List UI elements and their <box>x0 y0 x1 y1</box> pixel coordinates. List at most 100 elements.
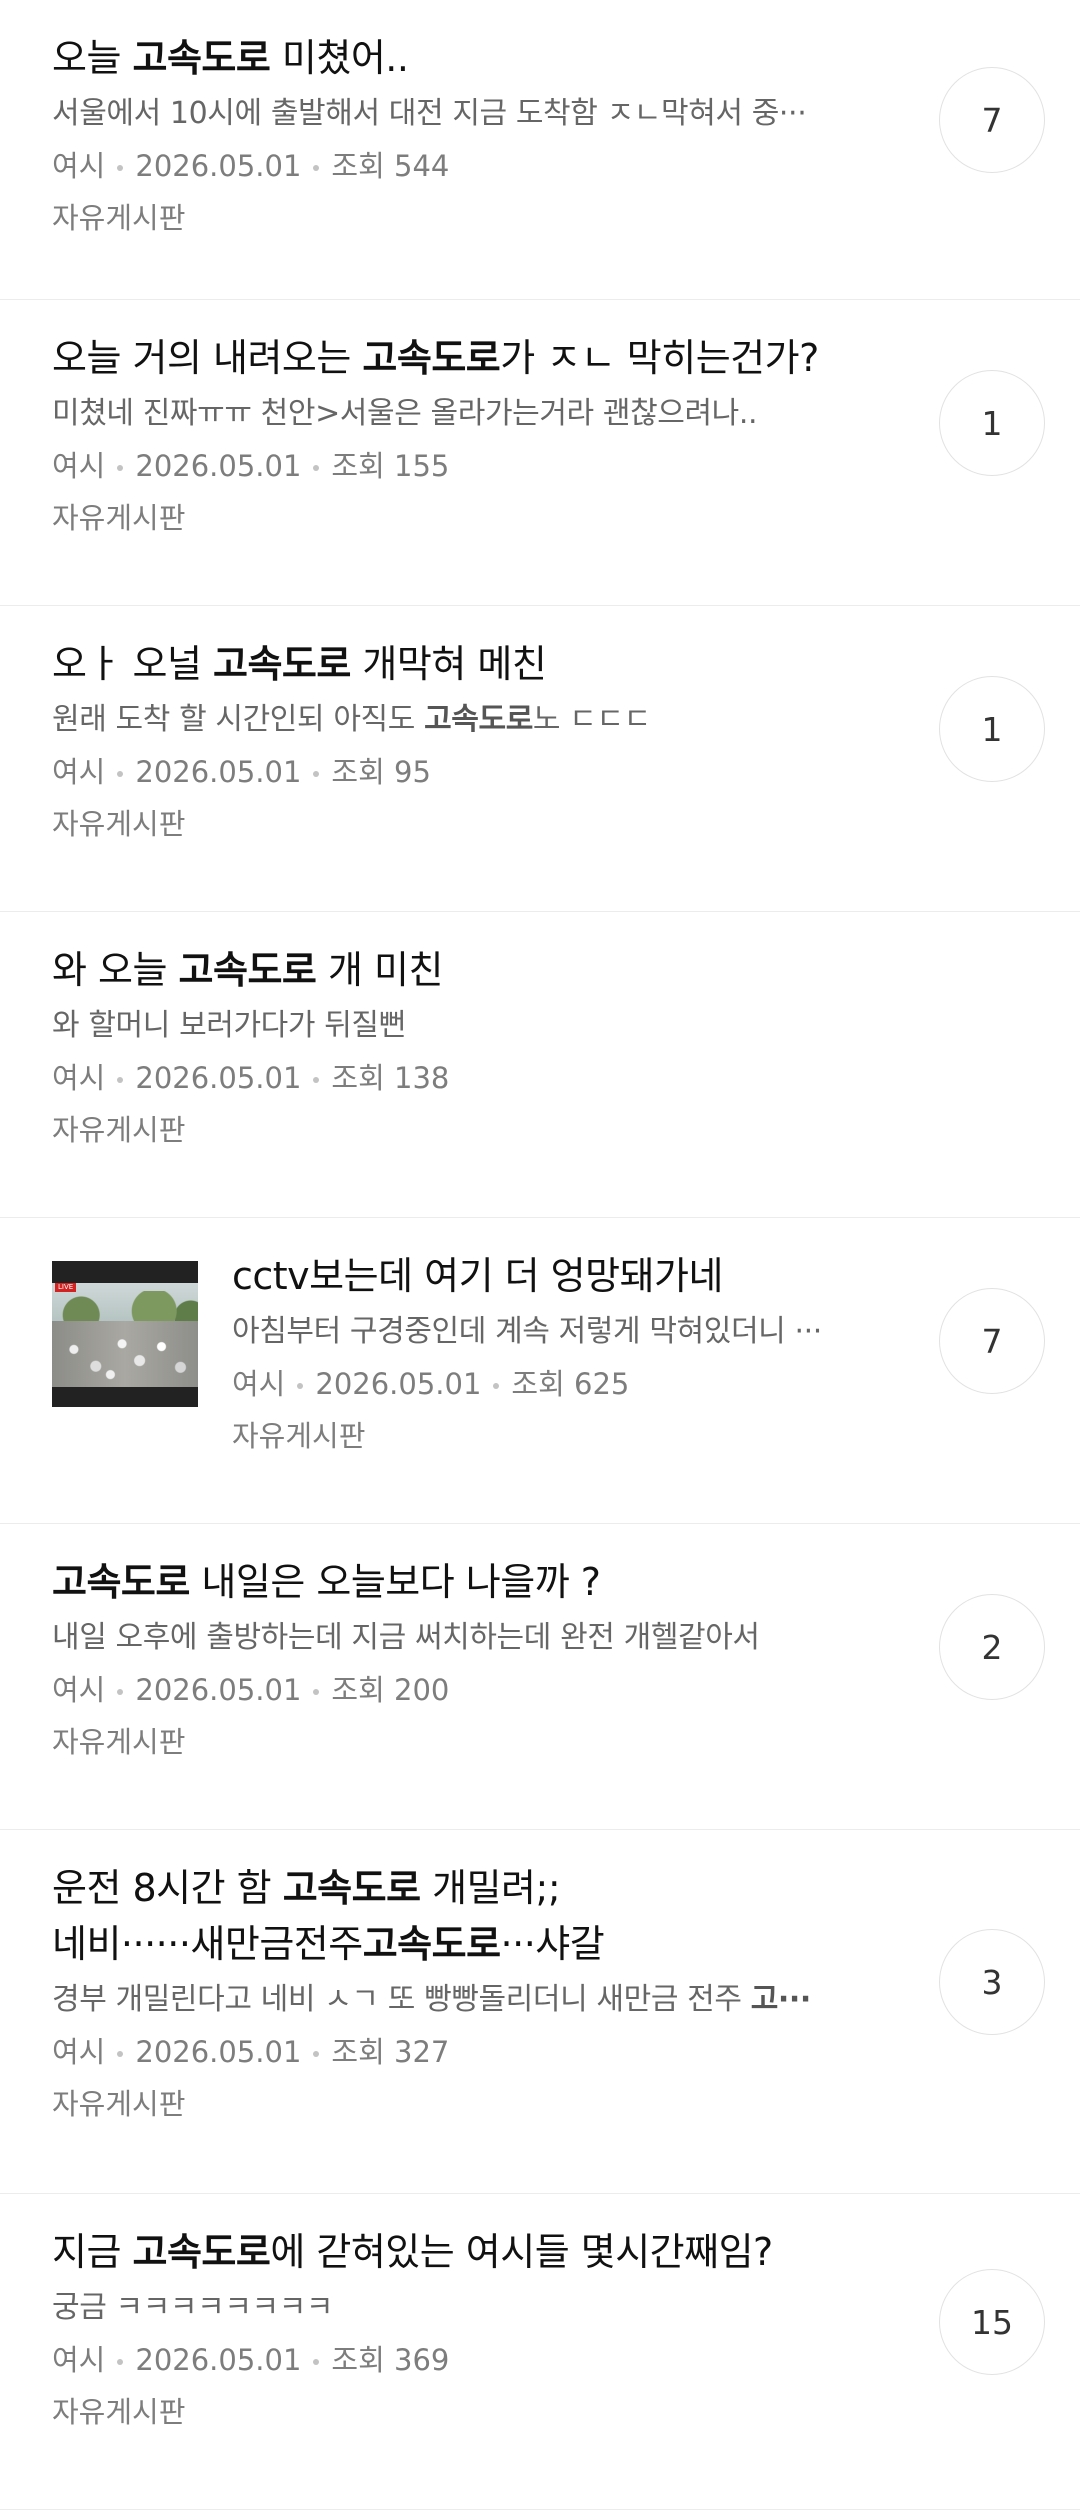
comment-count-badge[interactable]: 3 <box>939 1929 1045 2035</box>
comment-count-badge[interactable]: 1 <box>939 676 1045 782</box>
comment-count-badge[interactable]: 1 <box>939 370 1045 476</box>
post-author: 여시 <box>52 449 106 483</box>
text-segment: 오늘 거의 내려오는 <box>52 336 363 380</box>
post-views: 조회 155 <box>331 449 450 483</box>
post-preview: 내일 오후에 출방하는데 지금 써치하는데 완전 개헬같아서 <box>52 1616 910 1660</box>
post-preview: 경부 개밀린다고 네비 ㅅㄱ 또 빵빵돌리더니 새만금 전주 고··· <box>52 1978 910 2022</box>
post-title-line: 운전 8시간 함 고속도로 개밀려;; <box>52 1860 910 1916</box>
separator-dot <box>117 465 124 471</box>
text-segment: 궁금 ㅋㅋㅋㅋㅋㅋㅋㅋ <box>52 2290 334 2325</box>
post-title[interactable]: 오늘 거의 내려오는 고속도로가 ㅈㄴ 막히는건가? <box>52 330 910 386</box>
post-date: 2026.05.01 <box>135 149 302 183</box>
post-thumbnail[interactable]: LIVE <box>52 1261 198 1407</box>
post-author: 여시 <box>232 1367 286 1401</box>
comment-count-badge[interactable]: 7 <box>939 1288 1045 1394</box>
separator-dot <box>117 165 124 171</box>
post-preview: 아침부터 구경중인데 계속 저렇게 막혀있더니 ··· <box>232 1310 910 1354</box>
post-title[interactable]: cctv보는데 여기 더 엉망돼가네 <box>232 1248 910 1304</box>
post-preview: 서울에서 10시에 출발해서 대전 지금 도착함 ㅈㄴ막혀서 중··· <box>52 92 910 136</box>
post-title-line: 네비······새만금전주고속도로···샤갈 <box>52 1916 910 1972</box>
separator-dot <box>493 1383 500 1389</box>
list-item[interactable]: 오늘 거의 내려오는 고속도로가 ㅈㄴ 막히는건가? 미쳤네 진짜ㅠㅠ 천안>서울… <box>0 300 1080 606</box>
list-item[interactable]: 오늘 고속도로 미쳤어.. 서울에서 10시에 출발해서 대전 지금 도착함 ㅈㄴ… <box>0 0 1080 300</box>
text-segment: 오ㅏ 오널 <box>52 642 213 686</box>
text-segment: cctv보는데 여기 더 엉망돼가네 <box>232 1254 723 1298</box>
post-title[interactable]: 고속도로 내일은 오늘보다 나을까 ? <box>52 1554 910 1610</box>
highlight-keyword: 고속도로 <box>362 336 501 380</box>
text-segment: 내일은 오늘보다 나을까 ? <box>189 1560 601 1604</box>
text-segment: 아침부터 구경중인데 계속 저렇게 막혀있더니 ··· <box>232 1314 822 1349</box>
post-meta: 여시 2026.05.01 조회 95 <box>52 752 910 792</box>
separator-dot <box>117 2051 124 2057</box>
text-segment: 운전 8시간 함 <box>52 1866 283 1910</box>
highlight-keyword: 고속도로 <box>132 36 271 80</box>
post-date: 2026.05.01 <box>315 1367 482 1401</box>
highlight-keyword: 고속도로 <box>282 1866 421 1910</box>
list-item[interactable]: 지금 고속도로에 갇혀있는 여시들 몇시간째임? 궁금 ㅋㅋㅋㅋㅋㅋㅋㅋ 여시 202… <box>0 2194 1080 2510</box>
post-date: 2026.05.01 <box>135 755 302 789</box>
post-views: 조회 200 <box>331 1673 450 1707</box>
separator-dot <box>297 1383 304 1389</box>
text-segment: 오늘 <box>52 36 133 80</box>
text-segment: 원래 도착 할 시간인되 아직도 <box>52 702 425 737</box>
separator-dot <box>117 1689 124 1695</box>
list-item[interactable]: 와 오늘 고속도로 개 미친와 할머니 보러가다가 뒤질뻔여시 2026.05.0… <box>0 912 1080 1218</box>
post-meta: 여시 2026.05.01 조회 138 <box>52 1058 910 1098</box>
highlight-keyword: 고속도로 <box>178 948 317 992</box>
post-title[interactable]: 오늘 고속도로 미쳤어.. <box>52 30 910 86</box>
text-segment: 와 할머니 보러가다가 뒤질뻔 <box>52 1008 406 1043</box>
separator-dot <box>313 2051 320 2057</box>
post-meta: 여시 2026.05.01 조회 544 <box>52 146 910 186</box>
post-list: 오늘 고속도로 미쳤어.. 서울에서 10시에 출발해서 대전 지금 도착함 ㅈㄴ… <box>0 0 1080 2510</box>
separator-dot <box>117 1077 124 1083</box>
separator-dot <box>313 1077 320 1083</box>
post-title[interactable]: 와 오늘 고속도로 개 미친 <box>52 942 910 998</box>
text-segment: 지금 <box>52 2230 133 2274</box>
separator-dot <box>313 465 320 471</box>
post-preview: 미쳤네 진짜ㅠㅠ 천안>서울은 올라가는거라 괜찮으려나.. <box>52 392 910 436</box>
text-segment: 개 미친 <box>316 948 443 992</box>
text-segment: ···샤갈 <box>500 1922 605 1966</box>
text-segment: 미쳤어.. <box>270 36 409 80</box>
post-title[interactable]: 오ㅏ 오널 고속도로 개막혀 메친 <box>52 636 910 692</box>
post-author: 여시 <box>52 2343 106 2377</box>
text-segment: 개막혀 메친 <box>350 642 547 686</box>
post-views: 조회 625 <box>511 1367 630 1401</box>
text-segment: 에 갇혀있는 여시들 몇시간째임? <box>270 2230 773 2274</box>
post-date: 2026.05.01 <box>135 449 302 483</box>
post-views: 조회 369 <box>331 2343 450 2377</box>
post-preview: 와 할머니 보러가다가 뒤질뻔 <box>52 1004 910 1048</box>
live-badge: LIVE <box>55 1283 77 1292</box>
post-board: 자유게시판 <box>52 501 186 535</box>
highlight-keyword: 고속도로 <box>362 1922 501 1966</box>
comment-count-badge[interactable]: 15 <box>939 2269 1045 2375</box>
text-segment: 네비······새만금전주 <box>52 1922 363 1966</box>
text-segment: 내일 오후에 출방하는데 지금 써치하는데 완전 개헬같아서 <box>52 1620 760 1655</box>
list-item[interactable]: 오ㅏ 오널 고속도로 개막혀 메친 원래 도착 할 시간인되 아직도 고속도로노 … <box>0 606 1080 912</box>
post-meta: 여시 2026.05.01 조회 625 <box>232 1364 910 1404</box>
text-segment: 경부 개밀린다고 네비 ㅅㄱ 또 빵빵돌리더니 새만금 전주 <box>52 1982 751 2017</box>
post-author: 여시 <box>52 755 106 789</box>
post-author: 여시 <box>52 1673 106 1707</box>
post-views: 조회 138 <box>331 1061 450 1095</box>
highlight-keyword: 고속도로 <box>132 2230 271 2274</box>
post-title[interactable]: 운전 8시간 함 고속도로 개밀려;; 네비······새만금전주고속도로···샤… <box>52 1860 910 1972</box>
text-segment: 노 ㄷㄷㄷ <box>532 702 651 737</box>
post-meta: 여시 2026.05.01 조회 200 <box>52 1670 910 1710</box>
post-board: 자유게시판 <box>52 2395 186 2429</box>
highlight-keyword: 고속도로 <box>424 702 533 737</box>
post-title[interactable]: 지금 고속도로에 갇혀있는 여시들 몇시간째임? <box>52 2224 910 2280</box>
post-board: 자유게시판 <box>232 1419 366 1453</box>
comment-count-badge[interactable]: 7 <box>939 67 1045 173</box>
text-segment: 미쳤네 진짜ㅠㅠ 천안>서울은 올라가는거라 괜찮으려나.. <box>52 396 758 431</box>
separator-dot <box>313 165 320 171</box>
comment-count-badge[interactable]: 2 <box>939 1594 1045 1700</box>
list-item[interactable]: 운전 8시간 함 고속도로 개밀려;; 네비······새만금전주고속도로···샤… <box>0 1830 1080 2194</box>
list-item[interactable]: LIVE cctv보는데 여기 더 엉망돼가네아침부터 구경중인데 계속 저렇게 … <box>0 1218 1080 1524</box>
text-segment: 개밀려;; <box>420 1866 561 1910</box>
list-item[interactable]: 고속도로 내일은 오늘보다 나을까 ? 내일 오후에 출방하는데 지금 써치하는데… <box>0 1524 1080 1830</box>
thumbnail-cars <box>52 1327 198 1383</box>
post-views: 조회 95 <box>331 755 431 789</box>
highlight-keyword: 고속도로 <box>213 642 351 686</box>
separator-dot <box>313 2359 320 2365</box>
